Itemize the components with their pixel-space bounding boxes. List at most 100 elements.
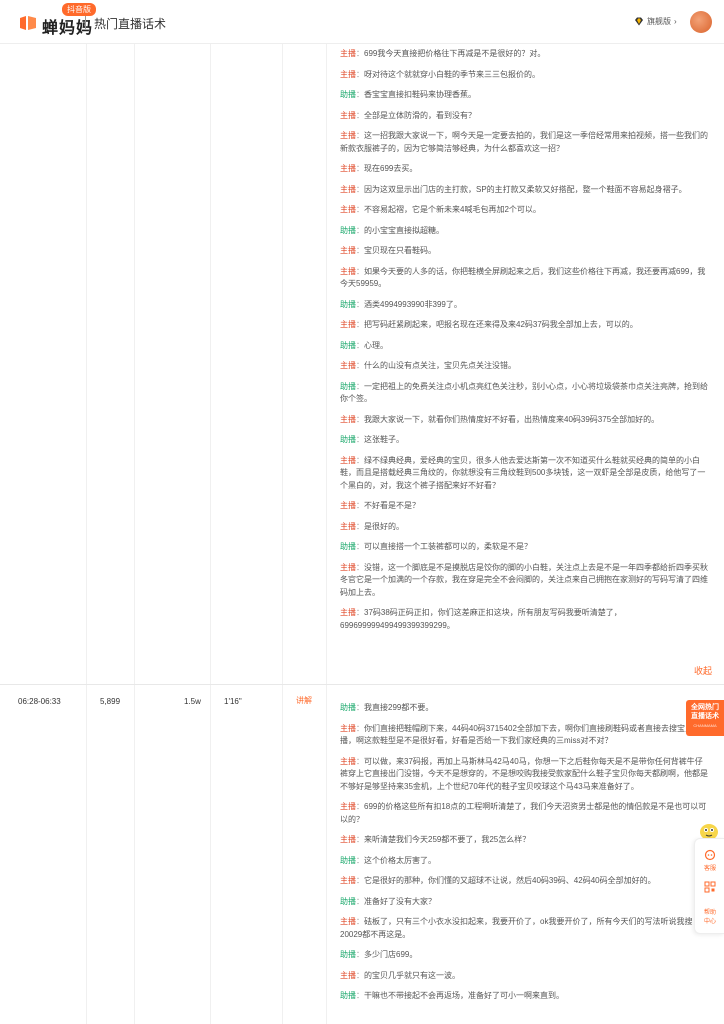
script-text: 的宝贝几乎就只有这一波。 [364, 970, 460, 980]
role-separator: ： [356, 896, 364, 906]
role-separator: ： [356, 90, 364, 99]
column-divider [326, 44, 327, 1024]
qr-code-button[interactable] [695, 881, 724, 895]
script-text: 不容易起褶，它是个新未来4喊毛包再加2个可以。 [364, 205, 541, 214]
row-divider [0, 684, 724, 685]
script-line: 主播：呀对待这个就就穿小白鞋的季节来三三包报价的。 [340, 69, 708, 82]
role-separator: ： [356, 381, 364, 391]
role-assist-label: 助播 [340, 381, 356, 391]
script-table: 主播：699我今天直接把价格往下再减是不是很好的？对。 主播：呀对待这个就就穿小白… [0, 44, 724, 1024]
script-line: 主播：如果今天要的人多的话，你把鞋横全屏刷起来之后，我们这些价格往下再减，我还要… [340, 266, 708, 291]
script-line: 助播：这个价格太厉害了。 [340, 855, 708, 868]
script-line: 主播：绿不绿典经典，爱经典的宝贝，很多人他去爱达斯第一次不知道买什么鞋就买经典的… [340, 455, 708, 493]
role-separator: ： [356, 562, 364, 572]
script-text: 我跟大家说一下，就看你们热情度好不好看，出热情度来40码39码375全部加好的。 [364, 414, 660, 424]
vip-level[interactable]: 旗舰版 › [634, 16, 677, 27]
script-text: 全部是立体防滑的，看到没有？ [364, 110, 476, 120]
script-line: 主播：什么的山没有点关注，宝贝先点关注没错。 [340, 360, 708, 373]
role-separator: ： [356, 501, 364, 510]
role-separator: ： [356, 756, 364, 766]
script-line: 主播：来听清楚我们今天259都不要了，我25怎么样？ [340, 834, 708, 847]
role-host-label: 主播 [340, 917, 356, 926]
user-avatar[interactable] [690, 11, 712, 33]
script-text: 心理。 [364, 340, 388, 350]
views-count: 5,899 [100, 697, 121, 706]
script-line: 主播：不容易起褶，它是个新未来4喊毛包再加2个可以。 [340, 204, 708, 217]
qr-code-icon [704, 881, 716, 893]
version-badge: 抖音版 [62, 3, 96, 16]
role-separator: ： [356, 876, 364, 885]
chevron-down-icon: › [674, 17, 677, 26]
script-line: 主播：砝板了，只有三个小衣水没扣起来，我要开价了，ok我要开价了，所有今天们的写… [340, 916, 708, 941]
script-line: 主播：你们直接把鞋帽刷下来，44码40码3715402全部加下去，啊你们直接刷鞋… [340, 723, 708, 748]
script-text: 是很好的。 [364, 521, 404, 531]
gmv-value: 1.5w [184, 697, 201, 706]
script-line: 助播：的小宝宝直接拟超糖。 [340, 225, 708, 238]
script-text: 你们直接把鞋帽刷下来，44码40码3715402全部加下去，啊你们直接刷鞋码或者… [340, 723, 701, 746]
script-line: 主播：699我今天直接把价格往下再减是不是很好的？对。 [340, 48, 708, 61]
script-line: 主播：宝贝现在只看鞋码。 [340, 245, 708, 258]
role-host-label: 主播 [340, 756, 356, 766]
script-text: 699我今天直接把价格往下再减是不是很好的？对。 [364, 49, 546, 58]
promo-line1: 全网热门 [691, 704, 719, 711]
role-assist-label: 助播 [340, 542, 356, 551]
script-text: 宝贝现在只看鞋码。 [364, 246, 436, 255]
script-line: 主播：我跟大家说一下，就看你们热情度好不好看，出热情度来40码39码375全部加… [340, 414, 708, 427]
role-host-label: 主播 [340, 802, 356, 811]
role-host-label: 主播 [340, 608, 356, 617]
help-center-button[interactable]: 帮助 中心 [695, 907, 724, 925]
role-separator: ： [356, 320, 364, 329]
role-host-label: 主播 [340, 723, 356, 733]
role-separator: ： [356, 49, 364, 58]
script-line: 主播：可以做，来37码报，再加上马斯林马42马40马，你想一下之后鞋你每天是不是… [340, 756, 708, 794]
column-divider [134, 44, 135, 1024]
script-line: 助播：我直接299都不要。 [340, 702, 708, 715]
script-text: 它是很好的那种，你们懂的又超球不让说，然后40码39码、42码40码全部加好的。 [364, 876, 656, 885]
script-text: 的小宝宝直接拟超糖。 [364, 225, 444, 235]
role-separator: ： [356, 225, 364, 235]
help-label-1: 帮助 [703, 910, 716, 916]
script-text: 来听清楚我们今天259都不要了，我25怎么样？ [364, 835, 531, 844]
role-separator: ： [356, 246, 364, 255]
script-line: 助播：准备好了没有大家？ [340, 896, 708, 909]
script-line: 主播：它是很好的那种，你们懂的又超球不让说，然后40码39码、42码40码全部加… [340, 875, 708, 888]
role-separator: ： [356, 299, 364, 309]
role-host-label: 主播 [340, 835, 356, 844]
duration: 1'16" [224, 697, 242, 706]
script-text: 可以做，来37码报，再加上马斯林马42马40马，你想一下之后鞋你每天是不是带你任… [340, 756, 708, 791]
role-assist-label: 助播 [340, 340, 356, 350]
chanmama-logo-icon[interactable] [18, 14, 38, 32]
script-line: 主播：699的价格这些所有扣18点的工程啊听清楚了，我们今天沼资男士都是他的情侣… [340, 801, 708, 826]
explain-link[interactable]: 讲解 [296, 695, 312, 706]
script-text: 我直接299都不要。 [364, 703, 434, 712]
script-text: 酒类4994993990非399了。 [364, 299, 462, 309]
script-list-row1: 主播：699我今天直接把价格往下再减是不是很好的？对。 主播：呀对待这个就就穿小白… [340, 48, 708, 640]
role-host-label: 主播 [340, 501, 356, 510]
hot-script-promo-button[interactable]: 全网热门 直播话术 CHANMAMA [686, 700, 724, 736]
script-text: 可以直接搭一个工装裤都可以的，柔软是不是？ [364, 542, 532, 551]
role-assist-label: 助播 [340, 299, 356, 309]
role-assist-label: 助播 [340, 950, 356, 959]
script-text: 香宝宝直接扣鞋码来协理香蕉。 [364, 90, 476, 99]
script-text: 这张鞋子。 [364, 435, 404, 444]
script-line: 主播：全部是立体防滑的，看到没有？ [340, 110, 708, 123]
role-separator: ： [356, 414, 364, 424]
role-separator: ： [356, 340, 364, 350]
script-line: 助播：香宝宝直接扣鞋码来协理香蕉。 [340, 89, 708, 102]
role-assist-label: 助播 [340, 855, 356, 865]
role-host-label: 主播 [340, 562, 356, 572]
role-host-label: 主播 [340, 110, 356, 120]
collapse-link[interactable]: 收起 [694, 664, 712, 677]
script-line: 主播：37码38码正码正扣，你们这差麻正扣这块，所有朋友写码我要听清楚了，699… [340, 607, 708, 632]
customer-service-button[interactable]: 客服 [695, 849, 724, 872]
role-separator: ： [356, 608, 364, 617]
script-text: 绿不绿典经典，爱经典的宝贝，很多人他去爱达斯第一次不知道买什么鞋就买经典的简单的… [340, 455, 706, 490]
script-text: 因为这双显示出门店的主打款，SP的主打款又柔软又好搭配，整一个鞋面不容易起身褶子… [364, 184, 687, 194]
role-assist-label: 助播 [340, 225, 356, 235]
role-host-label: 主播 [340, 320, 356, 329]
script-text: 现在699去买。 [364, 164, 418, 173]
header-divider [85, 16, 86, 29]
role-host-label: 主播 [340, 131, 356, 140]
script-line: 助播：可以直接搭一个工装裤都可以的，柔软是不是？ [340, 541, 708, 554]
time-range: 06:28-06:33 [18, 697, 61, 706]
